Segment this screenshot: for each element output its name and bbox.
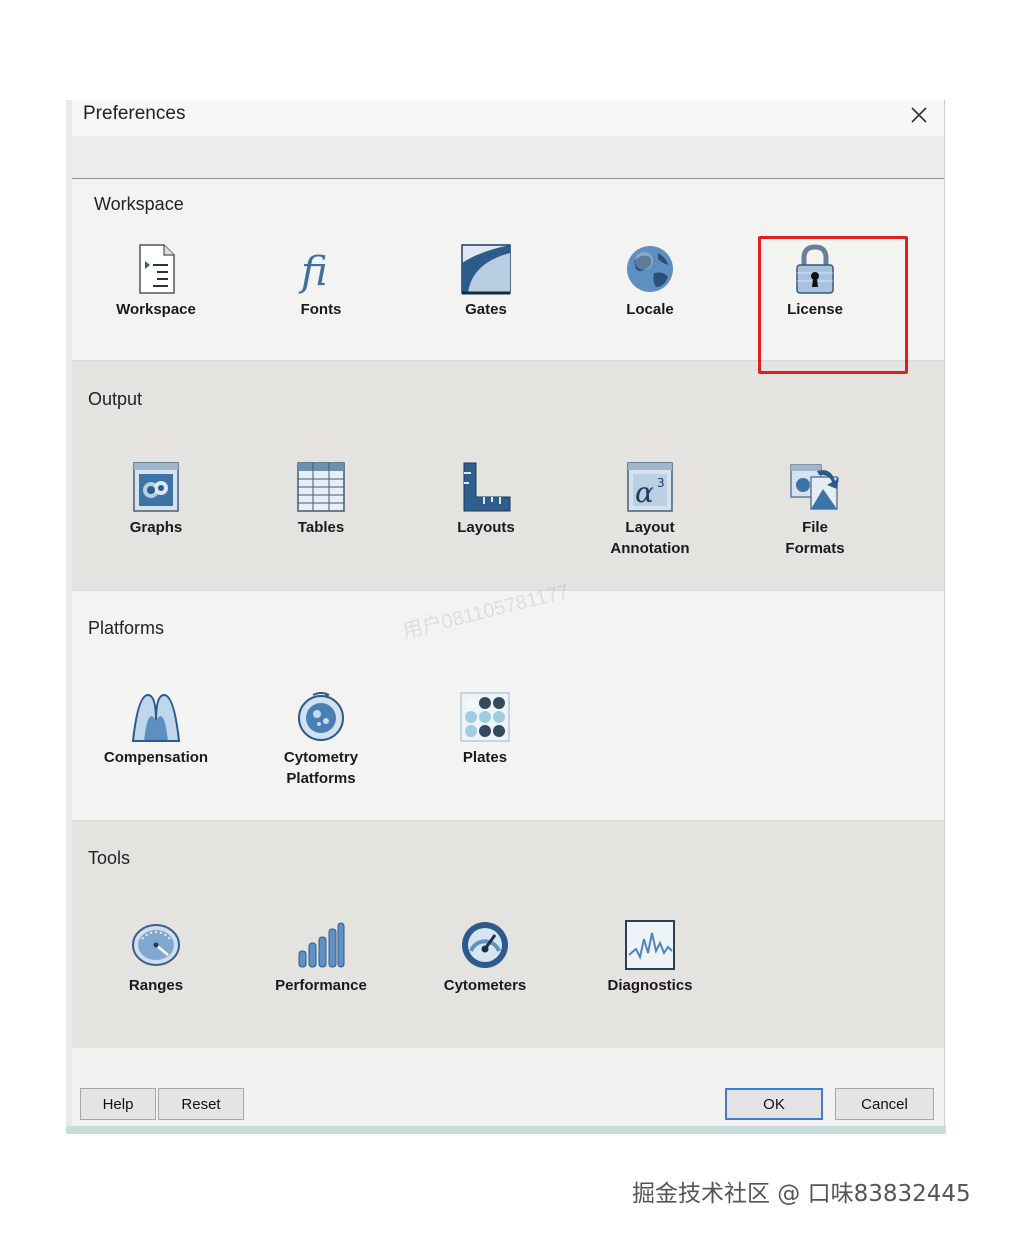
pref-item-performance[interactable]: Performance [246, 919, 396, 996]
close-icon [911, 107, 927, 123]
pref-item-tables[interactable]: Tables [246, 461, 396, 538]
pref-item-workspace[interactable]: Workspace [81, 243, 231, 320]
pref-label: Gates [465, 301, 507, 318]
pref-label-line1: Layout [625, 519, 675, 536]
svg-text:fi: fi [298, 249, 328, 295]
speedometer-icon [462, 922, 508, 968]
pref-label-line1: File [802, 519, 828, 536]
well-plate-icon [460, 692, 510, 742]
pref-item-locale[interactable]: Locale [575, 243, 725, 320]
ruler-l-icon [463, 462, 511, 512]
pref-label-line2: Annotation [610, 540, 690, 557]
toolbar-area [72, 136, 944, 179]
pref-item-ranges[interactable]: Ranges [81, 919, 231, 996]
globe-icon [627, 246, 673, 292]
document-list-icon [139, 244, 175, 294]
svg-text:3: 3 [657, 476, 665, 490]
reset-button[interactable]: Reset [158, 1088, 244, 1120]
cancel-button[interactable]: Cancel [835, 1088, 934, 1120]
footer-watermark: 掘金技术社区 @ 口味83832445 [632, 1181, 971, 1207]
svg-text:α: α [635, 476, 654, 509]
gate-curve-icon [461, 244, 511, 295]
help-button[interactable]: Help [80, 1088, 156, 1120]
pref-label: Tables [297, 519, 345, 536]
pref-label: Workspace [116, 301, 196, 318]
pref-label-line2: Formats [785, 540, 845, 557]
range-gauge-icon [132, 924, 180, 966]
pref-label: Locale [626, 301, 674, 318]
pref-label-line2: Platforms [286, 770, 356, 787]
section-title-output: Output [88, 389, 143, 409]
background-window-strip [66, 1126, 946, 1134]
pref-item-layouts[interactable]: Layouts [411, 461, 561, 538]
pref-label: Fonts [300, 301, 342, 318]
pref-item-plates[interactable]: Plates [410, 691, 560, 768]
pref-label: Graphs [129, 519, 183, 536]
graph-window-icon [133, 462, 179, 512]
section-platforms: Platforms Compensation Cytometry Platfor… [72, 591, 944, 821]
section-title-workspace: Workspace [94, 194, 184, 214]
ok-button[interactable]: OK [725, 1088, 823, 1120]
section-title-platforms: Platforms [88, 618, 165, 638]
pref-label: Layouts [457, 519, 515, 536]
pref-label: Cytometers [443, 977, 527, 994]
pref-label: Diagnostics [607, 977, 693, 994]
pref-label: Ranges [128, 977, 184, 994]
pref-label: Performance [275, 977, 367, 994]
close-button[interactable] [902, 100, 936, 130]
pref-item-cytometers[interactable]: Cytometers [410, 919, 560, 996]
pref-item-cytometry-platforms[interactable]: Cytometry Platforms [246, 691, 396, 789]
fi-ligature-icon: fi [298, 249, 328, 295]
license-highlight-box [758, 236, 908, 374]
dialog-footer: Help Reset OK Cancel [72, 1048, 944, 1134]
pref-item-file-formats[interactable]: File Formats [740, 461, 890, 559]
pref-item-fonts[interactable]: fi Fonts [246, 243, 396, 320]
dialog-title: Preferences [83, 103, 186, 124]
performance-bars-icon [298, 922, 345, 968]
pref-label: Plates [462, 749, 508, 766]
pref-label-line1: Cytometry [283, 749, 359, 766]
section-tools: Tools Ranges Performance Cytometers Diag… [72, 821, 944, 1048]
pref-item-graphs[interactable]: Graphs [81, 461, 231, 538]
file-formats-icon [790, 464, 839, 510]
compensation-peaks-icon [131, 693, 181, 742]
pref-item-layout-annotation[interactable]: α 3 Layout Annotation [575, 461, 725, 559]
section-output: Output Graphs Tables Layouts α 3 Layout … [72, 361, 944, 591]
cytometry-sphere-icon [298, 692, 344, 741]
section-title-tools: Tools [88, 848, 131, 868]
pref-item-diagnostics[interactable]: Diagnostics [575, 919, 725, 996]
pref-label: Compensation [103, 749, 209, 766]
waveform-icon [625, 920, 675, 970]
alpha-annotation-icon: α 3 [627, 462, 673, 512]
pref-item-gates[interactable]: Gates [411, 243, 561, 320]
pref-item-compensation[interactable]: Compensation [81, 691, 231, 768]
table-grid-icon [297, 462, 345, 512]
title-bar: Preferences [72, 100, 944, 136]
